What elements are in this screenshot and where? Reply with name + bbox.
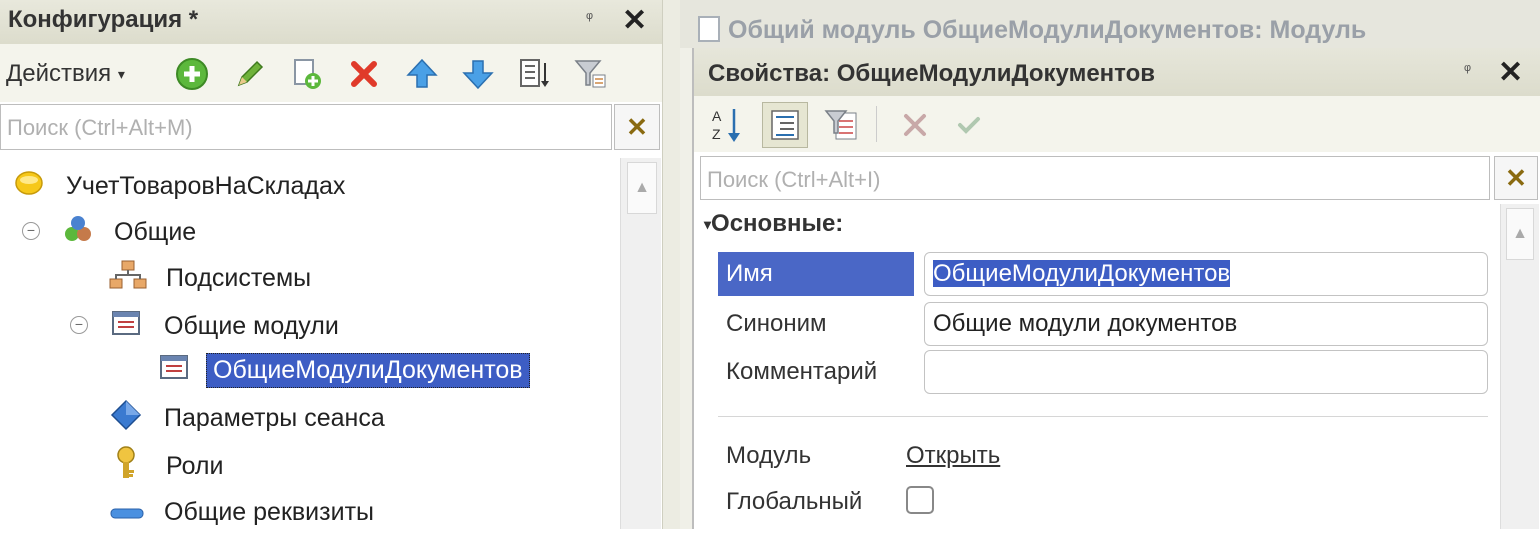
sort-icon[interactable] xyxy=(516,56,552,92)
subsystems-icon xyxy=(108,259,148,298)
key-icon xyxy=(112,445,148,487)
document-icon xyxy=(698,16,720,42)
apply-icon[interactable] xyxy=(946,102,992,148)
divider xyxy=(718,416,1488,417)
tree-scrollbar[interactable]: ▲ xyxy=(620,158,661,529)
delete-icon[interactable] xyxy=(346,56,382,92)
actions-menu[interactable]: Действия ▾ xyxy=(6,60,125,88)
tree-item-session-params[interactable]: Параметры сеанса xyxy=(110,396,385,440)
edit-icon[interactable] xyxy=(232,56,268,92)
open-module-link[interactable]: Открыть xyxy=(906,442,1000,470)
pin-icon[interactable]: ᵠ xyxy=(1464,62,1471,80)
properties-scrollbar[interactable]: ▲ xyxy=(1500,204,1539,529)
configuration-title-bar: Конфигурация * ᵠ ✕ xyxy=(0,0,662,45)
module-icon xyxy=(158,352,196,389)
expand-triangle-icon: ▾ xyxy=(704,216,712,233)
tree-item-subsystems[interactable]: Подсистемы xyxy=(108,256,311,300)
attribute-icon xyxy=(110,498,148,527)
collapse-toggle[interactable]: − xyxy=(70,316,88,334)
filter-icon[interactable] xyxy=(818,102,864,148)
properties-panel: Свойства: ОбщиеМодулиДокументов ᵠ ✕ AZ П… xyxy=(692,48,1540,529)
panel-title: Конфигурация * xyxy=(8,6,199,33)
common-group-icon xyxy=(62,214,98,251)
synonym-field[interactable]: Общие модули документов xyxy=(924,302,1488,346)
global-label: Глобальный xyxy=(726,488,863,515)
move-up-icon[interactable] xyxy=(404,56,440,92)
global-checkbox[interactable] xyxy=(906,486,934,514)
module-label: Модуль xyxy=(726,442,812,469)
scroll-up-icon[interactable]: ▲ xyxy=(627,162,657,214)
pin-icon[interactable]: ᵠ xyxy=(586,10,593,28)
cancel-icon[interactable] xyxy=(892,102,938,148)
module-document-tab[interactable]: Общий модуль ОбщиеМодулиДокументов: Моду… xyxy=(680,0,1540,48)
properties-title: Свойства: ОбщиеМодулиДокументов xyxy=(708,60,1156,87)
clear-search-button[interactable]: ✕ xyxy=(614,104,660,150)
name-field[interactable]: ОбщиеМодулиДокументов xyxy=(924,252,1488,296)
session-params-icon xyxy=(110,399,148,438)
collapse-toggle[interactable]: − xyxy=(22,222,40,240)
configuration-panel: Конфигурация * ᵠ ✕ Действия ▾ Поиск (Ctr… xyxy=(0,0,662,529)
tree-item-common-attributes[interactable]: Общие реквизиты xyxy=(110,490,374,534)
svg-text:A: A xyxy=(712,108,722,124)
filter-icon[interactable] xyxy=(572,56,608,92)
configuration-tree: УчетТоваровНаСкладах − Общие Подсистемы … xyxy=(0,154,618,529)
tree-item-common-documents-module[interactable]: ОбщиеМодулиДокументов xyxy=(158,348,530,392)
add-icon[interactable] xyxy=(174,56,210,92)
properties-toolbar: AZ xyxy=(694,96,1540,152)
name-label: Имя xyxy=(718,252,914,296)
close-icon[interactable]: ✕ xyxy=(622,6,647,36)
comment-label: Комментарий xyxy=(726,358,878,385)
properties-title-bar: Свойства: ОбщиеМодулиДокументов ᵠ ✕ xyxy=(694,48,1540,96)
tree-item-roles[interactable]: Роли xyxy=(112,444,223,488)
panel-splitter[interactable] xyxy=(662,0,682,529)
tree-item-common[interactable]: Общие xyxy=(62,210,196,254)
move-down-icon[interactable] xyxy=(460,56,496,92)
configuration-icon xyxy=(14,168,50,205)
clear-search-button[interactable]: ✕ xyxy=(1494,156,1538,200)
comment-field[interactable] xyxy=(924,350,1488,394)
properties-search-input[interactable]: Поиск (Ctrl+Alt+I) xyxy=(700,156,1490,200)
editor-area: Общий модуль ОбщиеМодулиДокументов: Моду… xyxy=(680,0,1540,529)
configuration-search-input[interactable]: Поиск (Ctrl+Alt+M) xyxy=(0,104,612,150)
scroll-up-icon[interactable]: ▲ xyxy=(1506,208,1534,260)
group-by-category-icon[interactable] xyxy=(762,102,808,148)
copy-icon[interactable] xyxy=(288,56,324,92)
configuration-toolbar: Действия ▾ xyxy=(0,44,662,102)
tree-item-configuration[interactable]: УчетТоваровНаСкладах xyxy=(14,164,345,208)
sort-alphabetical-icon[interactable]: AZ xyxy=(704,102,750,148)
common-module-icon xyxy=(110,308,148,345)
svg-text:Z: Z xyxy=(712,126,721,142)
synonym-label: Синоним xyxy=(726,310,827,337)
tree-item-common-modules[interactable]: Общие модули xyxy=(110,304,339,348)
toolbar-separator xyxy=(876,106,877,142)
close-icon[interactable]: ✕ xyxy=(1498,58,1523,88)
section-header-main[interactable]: ▾Основные: xyxy=(704,210,843,238)
